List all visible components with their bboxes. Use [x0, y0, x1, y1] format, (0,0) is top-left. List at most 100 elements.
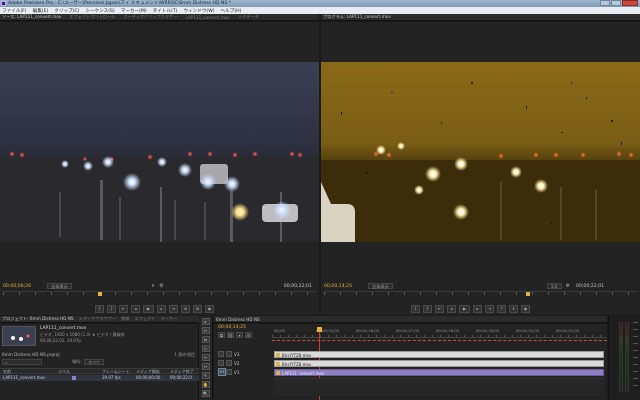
work-area-bar[interactable] [272, 338, 607, 341]
mark-out-button[interactable]: } [107, 305, 116, 313]
audio-track-area[interactable] [274, 378, 604, 396]
export-frame-button[interactable]: ◉ [205, 305, 214, 313]
snap-icon[interactable]: ⧉ [218, 332, 225, 338]
menu-marker[interactable]: マーカー(M) [121, 8, 147, 14]
source-fit-dropdown[interactable]: 全体表示 [47, 283, 72, 289]
clip-label: Blrs[YTZ8.mov [282, 362, 312, 367]
clip-v1[interactable]: LAP111_convert.mov [274, 369, 604, 376]
row-fps: 29.97 fps [102, 375, 121, 380]
menu-title[interactable]: タイトル(T) [153, 8, 178, 14]
razor-tool-icon[interactable]: ✂ [201, 354, 210, 361]
slip-tool-icon[interactable]: ↔ [201, 363, 210, 370]
clip-v2[interactable]: Blrs[YTZ8.mov [274, 360, 604, 367]
tab-metadata[interactable]: メタデータ [238, 14, 259, 20]
source-playhead[interactable] [98, 292, 102, 296]
track-visibility-icon[interactable] [218, 351, 224, 357]
tab-project[interactable]: プロジェクト: 6mm Distress HD NS [2, 316, 74, 322]
tab-source[interactable]: ソース: LAP111_convert.mov [2, 14, 61, 20]
program-step-forward-button[interactable]: ▸ [473, 305, 482, 313]
program-monitor: 00;00;14;25 全体表示 1/2 ⚙ 00;00;22;01 { } ⇤… [321, 22, 640, 315]
menu-window[interactable]: ウィンドウ(W) [183, 8, 214, 14]
audio-meter-left [619, 322, 623, 392]
tab-markers[interactable]: マーカー [160, 316, 177, 322]
search-in-label: 場所: [72, 359, 82, 364]
tab-clip[interactable]: LAP111_convert.mov [186, 15, 230, 20]
track-lock-icon[interactable] [226, 351, 232, 357]
minimize-button[interactable] [600, 0, 610, 6]
program-settings-icon[interactable]: ⚙ [566, 283, 570, 289]
program-step-back-button[interactable]: ◂ [447, 305, 456, 313]
linked-selection-icon[interactable]: ⛓ [227, 332, 234, 338]
program-playhead[interactable] [526, 292, 530, 296]
search-in-dropdown[interactable]: すべて [84, 359, 105, 365]
ripple-edit-tool-icon[interactable]: ⇆ [201, 336, 210, 343]
pen-tool-icon[interactable]: ✎ [201, 372, 210, 379]
program-fit-dropdown[interactable]: 全体表示 [368, 283, 393, 289]
menu-file[interactable]: ファイル(F) [2, 8, 27, 14]
mark-in-button[interactable]: { [95, 305, 104, 313]
timeline-playhead-handle[interactable] [317, 327, 322, 332]
program-mark-out-button[interactable]: } [423, 305, 432, 313]
rate-stretch-tool-icon[interactable]: ◇ [201, 345, 210, 352]
menu-clip[interactable]: クリップ(C) [54, 8, 79, 14]
program-mark-in-button[interactable]: { [411, 305, 420, 313]
go-to-out-button[interactable]: ⇥ [169, 305, 178, 313]
source-time-ruler[interactable] [3, 291, 316, 299]
menu-bar: ファイル(F) 編集(E) クリップ(C) シーケンス(S) マーカー(M) タ… [0, 7, 640, 14]
ruler-label: 00;00;19;00 [476, 328, 500, 333]
step-back-button[interactable]: ◂ [131, 305, 140, 313]
tab-sequence[interactable]: 6mm Distress HD NS [216, 317, 260, 322]
clip-thumbnail[interactable] [2, 326, 36, 346]
program-go-to-in-button[interactable]: ⇤ [435, 305, 444, 313]
audio-meter-right [625, 322, 629, 392]
close-button[interactable] [622, 0, 638, 6]
track-lock-icon[interactable] [226, 360, 232, 366]
tab-effect-controls[interactable]: エフェクトコントロール [69, 14, 115, 20]
source-video-frame[interactable] [0, 62, 319, 242]
program-play-button[interactable]: ▶ [459, 305, 470, 313]
track-name: V3 [234, 351, 240, 357]
maximize-button[interactable] [611, 0, 621, 6]
program-timecode[interactable]: 00;00;14;25 [324, 284, 352, 289]
tab-program[interactable]: プログラム: LAP111_convert.mov [323, 14, 391, 20]
clip-v3[interactable]: Blrs[YTZ8.mov [274, 351, 604, 358]
source-transport-controls: { } ⇤ ◂ ▶ ▸ ⇥ ⊕ ⊞ ◉ [95, 304, 214, 314]
go-to-in-button[interactable]: ⇤ [119, 305, 128, 313]
settings-icon[interactable]: ⚙ [159, 283, 163, 289]
program-export-frame-button[interactable]: ◉ [521, 305, 530, 313]
tab-effects[interactable]: エフェクト [134, 316, 155, 322]
ruler-label: 00;00 [274, 328, 285, 333]
track-visibility-icon[interactable] [218, 360, 224, 366]
overwrite-button[interactable]: ⊞ [193, 305, 202, 313]
program-quality-dropdown[interactable]: 1/2 [546, 283, 562, 289]
source-patch-v1[interactable]: V1 [218, 368, 226, 376]
extract-button[interactable]: ⇞ [509, 305, 518, 313]
table-row[interactable]: LAP111_convert.mov 29.97 fps 00;00;00;00… [0, 375, 199, 381]
play-button[interactable]: ▶ [143, 305, 154, 313]
program-go-to-out-button[interactable]: ⇥ [485, 305, 494, 313]
timeline-ruler[interactable]: 00;00 00;00;15;00 00;00;16;00 00;00;17;0… [272, 328, 607, 338]
step-forward-button[interactable]: ▸ [157, 305, 166, 313]
lift-button[interactable]: ⇡ [497, 305, 506, 313]
hand-tool-icon[interactable]: ✋ [201, 381, 210, 388]
selection-tool-icon[interactable]: ▸ [201, 318, 210, 325]
insert-button[interactable]: ⊕ [181, 305, 190, 313]
zoom-tool-icon[interactable]: 🔍 [201, 390, 210, 397]
meter-scale [633, 322, 638, 392]
menu-help[interactable]: ヘルプ(H) [221, 8, 242, 14]
program-time-ruler[interactable] [324, 291, 637, 299]
program-video-frame[interactable] [321, 62, 640, 242]
project-search-input[interactable]: ⌕ [2, 359, 42, 365]
add-marker-icon[interactable]: ▾ [236, 332, 243, 338]
menu-sequence[interactable]: シーケンス(S) [85, 8, 114, 14]
track-lock-icon[interactable] [226, 369, 232, 375]
timeline-timecode[interactable]: 00;00;14;25 [218, 325, 246, 330]
tab-info[interactable]: 情報 [121, 316, 129, 322]
track-select-tool-icon[interactable]: ⇔ [201, 327, 210, 334]
timeline-settings-icon[interactable]: ⚙ [245, 332, 252, 338]
menu-edit[interactable]: 編集(E) [33, 8, 49, 14]
pause-icon[interactable]: ⏸ [152, 283, 155, 289]
source-timecode[interactable]: 00;00;06;26 [3, 284, 31, 289]
tab-media-browser[interactable]: メディアブラウザー [79, 316, 116, 322]
tab-audio-clip-mixer[interactable]: オーディオクリップミキサー [123, 14, 177, 20]
